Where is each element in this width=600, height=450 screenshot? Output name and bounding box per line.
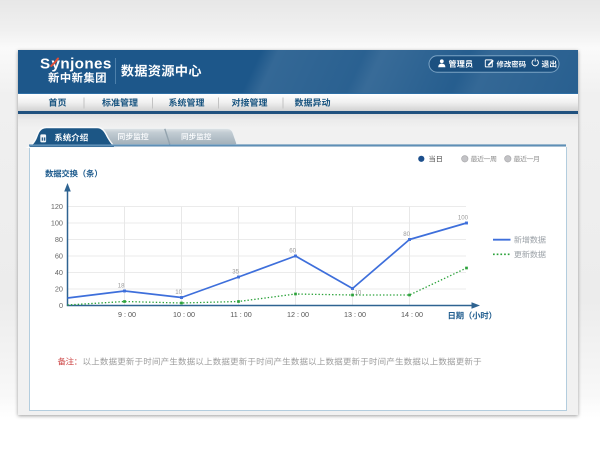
svg-text:20: 20 — [55, 284, 63, 293]
svg-text:40: 40 — [55, 268, 63, 277]
svg-text:13 : 00: 13 : 00 — [344, 310, 366, 319]
svg-text:100: 100 — [458, 215, 469, 222]
svg-text:11 : 00: 11 : 00 — [230, 310, 251, 319]
svg-text:10: 10 — [175, 289, 182, 296]
svg-text:120: 120 — [51, 202, 63, 211]
svg-text:10: 10 — [355, 289, 362, 296]
svg-text:14 : 00: 14 : 00 — [401, 310, 423, 319]
svg-text:10 : 00: 10 : 00 — [173, 310, 195, 319]
svg-text:18: 18 — [118, 283, 125, 290]
svg-text:0: 0 — [59, 301, 63, 310]
svg-text:12 : 00: 12 : 00 — [287, 310, 309, 319]
svg-text:80: 80 — [403, 231, 410, 238]
svg-text:100: 100 — [51, 218, 63, 227]
svg-text:9 : 00: 9 : 00 — [118, 310, 136, 319]
svg-text:80: 80 — [55, 235, 63, 244]
svg-text:60: 60 — [289, 248, 296, 255]
svg-text:35: 35 — [232, 269, 239, 276]
svg-text:60: 60 — [55, 251, 63, 260]
svg-text:Synjones: Synjones — [40, 56, 112, 73]
